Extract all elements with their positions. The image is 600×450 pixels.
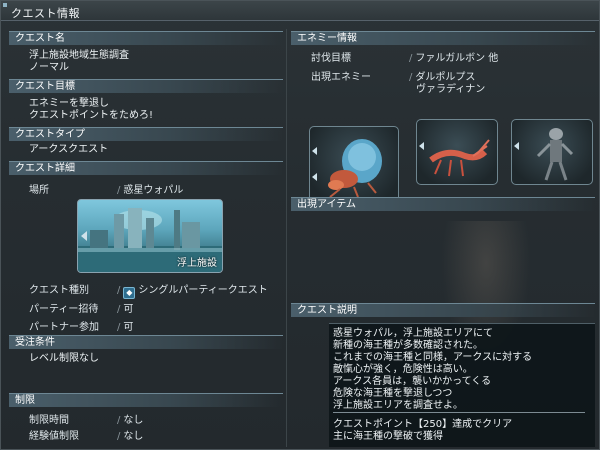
slash-separator: / — [409, 53, 413, 64]
slash-separator: / — [117, 431, 121, 442]
target-label: 討伐目標 — [311, 53, 351, 64]
slash-separator: / — [117, 415, 121, 426]
quest-name-line-2: ノーマル — [29, 62, 69, 73]
section-header-limits: 制限 — [9, 393, 283, 407]
location-label: 場所 — [29, 185, 49, 196]
section-header-description: クエスト説明 — [291, 303, 595, 317]
enemy-card-3[interactable] — [511, 119, 593, 185]
thumbnail-prev-arrow-icon[interactable] — [81, 231, 87, 241]
exp-limit-label: 経験値制限 — [29, 431, 79, 442]
party-invite-value: 可 — [123, 304, 134, 315]
location-value-row: / 惑星ウォパル — [117, 181, 183, 196]
conditions-value: レベル制限なし — [29, 353, 99, 364]
quest-kind-value: シングルパーティークエスト — [138, 285, 268, 296]
left-column: クエスト名 浮上施設地域生態調査 ノーマル クエスト目標 エネミーを撃退し クエ… — [9, 31, 283, 446]
exp-limit-row: / なし — [117, 427, 143, 442]
humanoid-enemy-icon — [536, 128, 574, 181]
exp-limit-value: なし — [123, 431, 144, 442]
description-line-6: 危険な海王種を撃退しつつ — [333, 388, 453, 399]
description-divider — [333, 412, 585, 413]
section-header-quest-type: クエストタイプ — [9, 127, 283, 141]
slash-separator: / — [117, 185, 121, 196]
target-value: ファルガルボン 他 — [415, 53, 499, 64]
column-divider — [286, 29, 287, 447]
description-line-4: 敵愾心が強く，危険性は高い。 — [333, 364, 473, 375]
quest-kind-row: / ◆ シングルパーティークエスト — [117, 281, 268, 299]
description-line-2: 新種の海王種が多数確認された。 — [333, 340, 483, 351]
description-footer-line-1: クエストポイント【250】達成でクリア — [333, 419, 513, 430]
location-value: 惑星ウォパル — [123, 185, 184, 196]
quest-name-line-1: 浮上施設地域生態調査 — [29, 50, 129, 61]
hermit-crab-enemy-icon — [328, 139, 382, 198]
party-invite-row: / 可 — [117, 300, 133, 315]
enemy-card-1[interactable] — [309, 126, 399, 204]
slash-separator: / — [117, 304, 121, 315]
description-line-5: アークス各員は，襲いかかってくる — [333, 376, 492, 387]
enemy-card-2[interactable] — [416, 119, 498, 185]
description-line-3: これまでの海王種と同様，アークスに対する — [333, 352, 533, 363]
target-row: / ファルガルボン 他 — [409, 49, 498, 64]
slash-separator: / — [117, 322, 121, 333]
partner-value: 可 — [123, 322, 134, 333]
description-line-1: 惑星ウォパル，浮上施設エリアにて — [333, 328, 493, 339]
description-footer-line-2: 主に海王種の撃破で獲得 — [333, 431, 443, 442]
section-header-conditions: 受注条件 — [9, 335, 283, 349]
party-invite-label: パーティー招待 — [29, 304, 99, 315]
slash-separator: / — [409, 72, 413, 83]
partner-label: パートナー参加 — [29, 322, 99, 333]
shrimp-enemy-icon — [429, 139, 490, 177]
partner-row: / 可 — [117, 318, 133, 333]
thumbnail-caption: 浮上施設 — [177, 258, 217, 269]
description-line-7: 浮上施設エリアを調査せよ。 — [333, 400, 463, 411]
window-title: クエスト情報 — [11, 7, 80, 20]
location-row: 場所 — [29, 181, 49, 196]
quest-goal-line-1: エネミーを撃退し — [29, 98, 109, 109]
location-thumbnail[interactable]: 浮上施設 — [77, 199, 223, 273]
slash-separator: / — [117, 285, 121, 296]
quest-info-window: クエスト情報 クエスト名 浮上施設地域生態調査 ノーマル クエスト目標 エネミー… — [0, 0, 600, 450]
section-header-items: 出現アイテム — [291, 197, 595, 211]
section-header-quest-goal: クエスト目標 — [9, 79, 283, 93]
time-limit-value: なし — [123, 415, 144, 426]
time-limit-label: 制限時間 — [29, 415, 69, 426]
section-header-quest-name: クエスト名 — [9, 31, 283, 45]
quest-goal-line-2: クエストポイントをためろ! — [29, 110, 154, 121]
appear-enemy-value-2: ヴァラディナン — [416, 84, 486, 95]
quest-kind-label: クエスト種別 — [29, 285, 89, 296]
right-column: エネミー情報 討伐目標 / ファルガルボン 他 出現エネミー / ダルポルプス ヴァ… — [291, 31, 595, 447]
description-box: 惑星ウォパル，浮上施設エリアにて 新種の海王種が多数確認された。 これまでの海王… — [329, 323, 595, 447]
time-limit-row: / なし — [117, 411, 143, 426]
corner-mark-icon — [3, 3, 7, 7]
quest-type-icon: ◆ — [123, 287, 136, 299]
section-header-quest-detail: クエスト詳細 — [9, 161, 283, 175]
title-bar: クエスト情報 — [1, 1, 599, 21]
quest-type-value: アークスクエスト — [29, 144, 109, 155]
appear-enemy-label: 出現エネミー — [311, 72, 371, 83]
section-header-enemy-info: エネミー情報 — [291, 31, 595, 45]
